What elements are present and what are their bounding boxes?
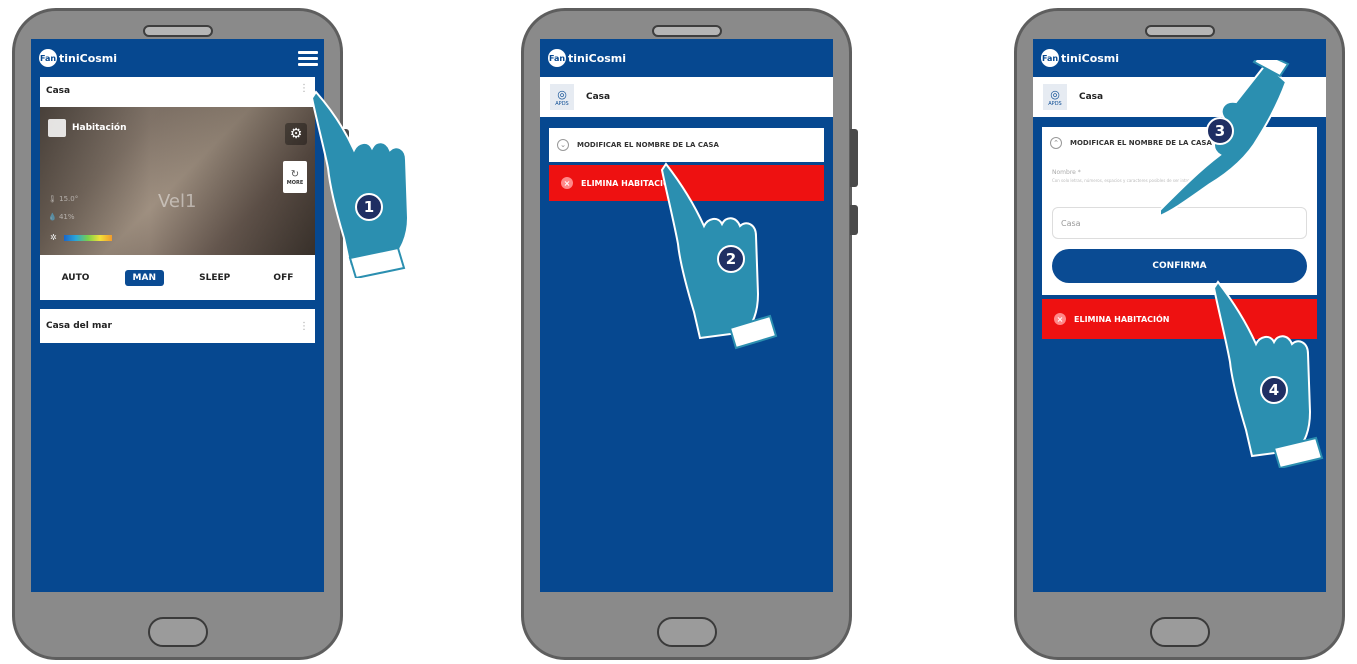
logo: Fan tiniCosmi — [1041, 49, 1119, 67]
side-button — [850, 205, 858, 235]
chevron-down-icon: ⌄ — [557, 139, 569, 151]
step-badge-1: 1 — [355, 193, 383, 221]
mode-off[interactable]: OFF — [265, 270, 301, 286]
menu-icon[interactable] — [298, 50, 318, 66]
header-title: Casa — [1079, 92, 1104, 102]
more-button[interactable]: ↻ MORE — [283, 161, 307, 193]
step-badge-2: 2 — [717, 245, 745, 273]
home-button — [1149, 617, 1210, 647]
home-button — [147, 617, 208, 647]
side-button — [850, 129, 858, 187]
temperature-readout: 🌡 15.0° — [48, 195, 79, 203]
home-title: Casa — [46, 86, 71, 96]
app-bar: Fan tiniCosmi — [31, 39, 324, 77]
app-bar: Fan tiniCosmi — [540, 39, 833, 77]
room-icon — [48, 119, 66, 137]
room-image[interactable]: Habitación ⚙ ↻ MORE 🌡 15.0° 💧 41% Vel1 ✲ — [40, 107, 315, 255]
step-badge-3: 3 — [1206, 117, 1234, 145]
mode-bar: AUTO MAN SLEEP OFF — [40, 255, 315, 300]
apartment-icon[interactable]: ◎ APDS — [550, 84, 574, 110]
delete-label: ELIMINA HABITACIÓN — [1074, 314, 1170, 324]
logo: Fan tiniCosmi — [548, 49, 626, 67]
velocity-label: Vel1 — [158, 191, 197, 212]
logo-mark: Fan — [548, 49, 566, 67]
header-bar: ◎ APDS Casa — [540, 77, 833, 117]
home-title: Casa del mar — [46, 321, 112, 331]
pointing-hand-icon — [310, 90, 410, 278]
logo-text: tiniCosmi — [568, 51, 627, 65]
humidity-readout: 💧 41% — [48, 213, 75, 221]
home-card-casa[interactable]: Casa ⋮ Habitación ⚙ ↻ MORE 🌡 15.0° 💧 41%… — [40, 77, 315, 300]
home-card-casa-del-mar[interactable]: Casa del mar ⋮ — [40, 309, 315, 343]
header-title: Casa — [586, 92, 611, 102]
step-badge-4: 4 — [1260, 376, 1288, 404]
settings-icon[interactable]: ⚙ — [285, 123, 307, 145]
more-options-icon[interactable]: ⋮ — [299, 83, 309, 94]
mode-man[interactable]: MAN — [124, 269, 164, 286]
home-button — [656, 617, 717, 647]
air-quality-bar — [64, 235, 112, 241]
fan-icon: ✲ — [50, 233, 57, 242]
pointing-hand-icon — [1212, 280, 1324, 468]
refresh-icon: ↻ — [290, 168, 300, 180]
close-icon: × — [561, 177, 573, 189]
more-options-icon[interactable]: ⋮ — [299, 321, 309, 332]
logo-text: tiniCosmi — [1061, 51, 1120, 65]
logo-mark: Fan — [1041, 49, 1059, 67]
logo-mark: Fan — [39, 49, 57, 67]
logo: Fan tiniCosmi — [39, 49, 117, 67]
rename-label: MODIFICAR EL NOMBRE DE LA CASA — [577, 141, 719, 149]
close-icon: × — [1054, 313, 1066, 325]
rename-home-row[interactable]: ⌄ MODIFICAR EL NOMBRE DE LA CASA — [549, 128, 824, 162]
screen-1: Fan tiniCosmi Casa ⋮ Habitación ⚙ ↻ MORE… — [31, 39, 324, 592]
phone-1: Fan tiniCosmi Casa ⋮ Habitación ⚙ ↻ MORE… — [12, 8, 349, 660]
speaker — [651, 25, 722, 37]
chevron-up-icon: ⌃ — [1050, 137, 1062, 149]
speaker — [142, 25, 213, 37]
logo-text: tiniCosmi — [59, 51, 118, 65]
more-label: MORE — [286, 179, 304, 186]
mode-sleep[interactable]: SLEEP — [191, 270, 238, 286]
apartment-icon[interactable]: ◎ APDS — [1043, 84, 1067, 110]
mode-auto[interactable]: AUTO — [54, 270, 98, 286]
field-label: Nombre * — [1052, 169, 1081, 176]
room-name: Habitación — [72, 123, 127, 133]
speaker — [1144, 25, 1215, 37]
